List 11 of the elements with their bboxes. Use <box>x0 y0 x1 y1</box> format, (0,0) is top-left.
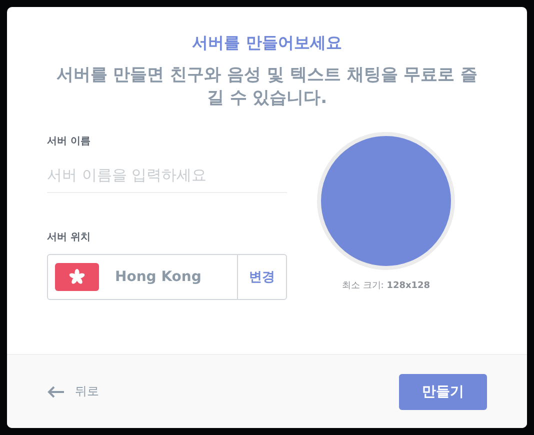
field-label: 서버 위치 <box>47 231 92 244</box>
flag-icon <box>55 263 99 291</box>
dialog-subtitle: 서버를 만들면 친구와 음성 및 텍스트 채팅을 무료로 즐길 수 있습니다. <box>55 64 479 110</box>
region-name: Hong Kong <box>114 269 202 285</box>
change-button[interactable]: 변경 <box>237 255 286 299</box>
back-button[interactable]: 뒤로 <box>47 383 99 400</box>
size-hint: 최소 크기: 128x128 <box>342 280 430 292</box>
dialog-title: 서버를 만들어보세요 <box>192 33 342 54</box>
arrow-left-icon <box>47 386 65 398</box>
create-button[interactable]: 만들기 <box>399 374 487 410</box>
field-label: 서버 이름 <box>47 135 92 148</box>
